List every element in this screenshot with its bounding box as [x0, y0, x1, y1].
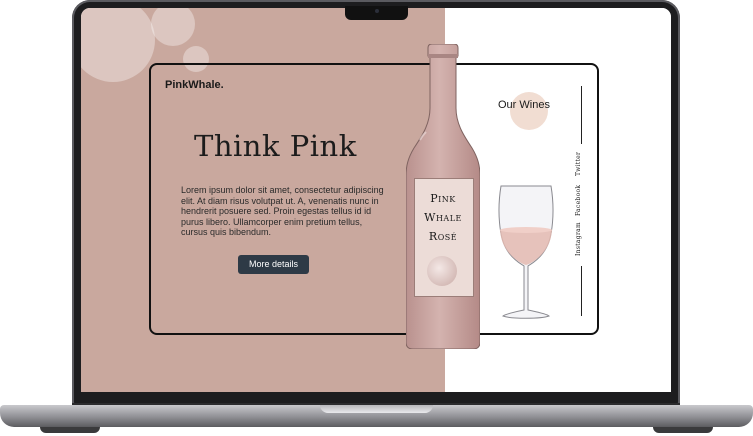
bottle-label-line-2: Whale	[424, 211, 462, 224]
social-link-instagram[interactable]: Instagram	[575, 222, 582, 256]
more-details-button[interactable]: More details	[238, 255, 309, 274]
laptop-hinge-notch	[320, 405, 433, 413]
social-divider-top	[581, 86, 582, 144]
laptop-foot-left	[40, 427, 100, 433]
bottle-label-line-1: Pink	[430, 192, 456, 205]
our-wines-link[interactable]: Our Wines	[498, 99, 550, 111]
social-link-twitter[interactable]: Twitter	[575, 152, 582, 176]
social-divider-bottom	[581, 266, 582, 316]
camera-icon	[375, 9, 379, 13]
laptop-foot-right	[653, 427, 713, 433]
bottle-label-line-3: Rosé	[428, 230, 458, 243]
wine-glass-image	[498, 185, 554, 319]
laptop-screen: PinkWhale. Think Pink Lorem ipsum dolor …	[81, 8, 671, 392]
whale-seal-icon	[427, 256, 457, 286]
hero-headline: Think Pink	[194, 129, 357, 163]
nav-accent-circle	[510, 92, 548, 130]
hero-description: Lorem ipsum dolor sit amet, consectetur …	[181, 185, 384, 237]
social-link-facebook[interactable]: Facebook	[575, 185, 582, 216]
laptop-mockup: PinkWhale. Think Pink Lorem ipsum dolor …	[0, 0, 753, 436]
brand-logo[interactable]: PinkWhale.	[165, 79, 224, 91]
